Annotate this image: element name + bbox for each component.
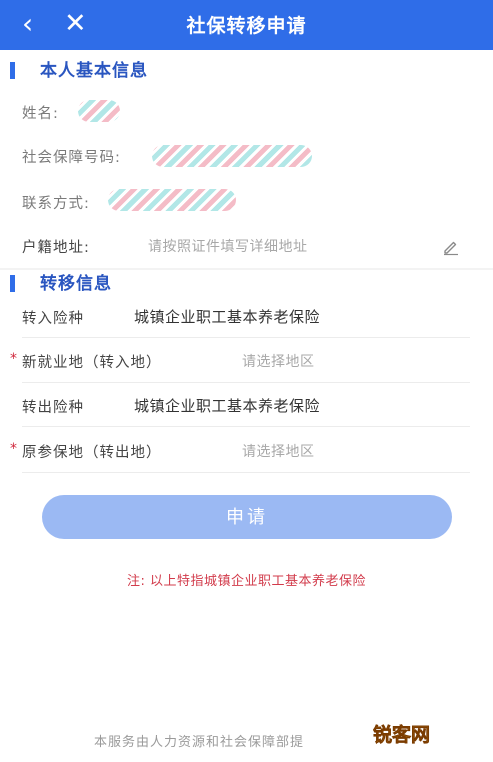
row-divider bbox=[22, 337, 470, 338]
top-bar: ‹ ✕ 社保转移申请 bbox=[0, 0, 493, 50]
section-title-text: 转移信息 bbox=[40, 274, 112, 294]
original-location-label: 原参保地（转出地） bbox=[22, 445, 162, 461]
ssn-label: 社会保障号码: bbox=[22, 150, 121, 166]
page-title: 社保转移申请 bbox=[186, 15, 307, 37]
transfer-out-type-row: 转出险种 城镇企业职工基本养老保险 bbox=[0, 386, 493, 426]
edit-icon[interactable] bbox=[442, 238, 460, 256]
required-mark: * bbox=[10, 441, 17, 457]
section-divider bbox=[0, 268, 493, 270]
section-title-text: 本人基本信息 bbox=[40, 61, 148, 81]
personal-info-section-title: 本人基本信息 bbox=[0, 58, 493, 84]
apply-button[interactable]: 申请 bbox=[42, 495, 452, 539]
new-location-label: 新就业地（转入地） bbox=[22, 355, 162, 371]
note-text: 注: 以上特指城镇企业职工基本养老保险 bbox=[126, 574, 366, 589]
svg-text:锐客网: 锐客网 bbox=[373, 723, 430, 746]
original-location-row[interactable]: * 原参保地（转出地） 请选择地区 bbox=[0, 431, 493, 471]
contact-label: 联系方式: bbox=[22, 196, 90, 212]
address-row[interactable]: 户籍地址: 请按照证件填写详细地址 bbox=[0, 226, 493, 266]
required-mark: * bbox=[10, 351, 17, 367]
new-location-select[interactable]: 请选择地区 bbox=[242, 351, 315, 371]
watermark-logo: 锐客网 bbox=[373, 723, 430, 747]
transfer-info-section-title: 转移信息 bbox=[0, 271, 493, 297]
transfer-in-type-label: 转入险种 bbox=[22, 311, 84, 327]
address-input[interactable]: 请按照证件填写详细地址 bbox=[148, 236, 308, 256]
name-row: 姓名: bbox=[0, 92, 493, 132]
row-divider bbox=[22, 472, 470, 473]
footer-text: 本服务由人力资源和社会保障部提 bbox=[94, 735, 305, 750]
new-location-row[interactable]: * 新就业地（转入地） 请选择地区 bbox=[0, 341, 493, 381]
section-accent-bar bbox=[10, 275, 15, 292]
contact-row: 联系方式: bbox=[0, 182, 493, 222]
section-accent-bar bbox=[10, 62, 15, 79]
transfer-in-type-row: 转入险种 城镇企业职工基本养老保险 bbox=[0, 297, 493, 337]
contact-value-redacted bbox=[108, 189, 236, 211]
name-label: 姓名: bbox=[22, 106, 59, 122]
row-divider bbox=[22, 382, 470, 383]
transfer-in-type-value: 城镇企业职工基本养老保险 bbox=[134, 308, 321, 326]
ssn-value-redacted bbox=[152, 145, 312, 167]
transfer-out-type-value: 城镇企业职工基本养老保险 bbox=[134, 397, 321, 415]
transfer-out-type-label: 转出险种 bbox=[22, 400, 84, 416]
row-divider bbox=[22, 426, 470, 427]
original-location-select[interactable]: 请选择地区 bbox=[242, 441, 315, 461]
name-value-redacted bbox=[78, 100, 120, 122]
ssn-row: 社会保障号码: bbox=[0, 136, 493, 176]
address-label: 户籍地址: bbox=[22, 240, 90, 256]
